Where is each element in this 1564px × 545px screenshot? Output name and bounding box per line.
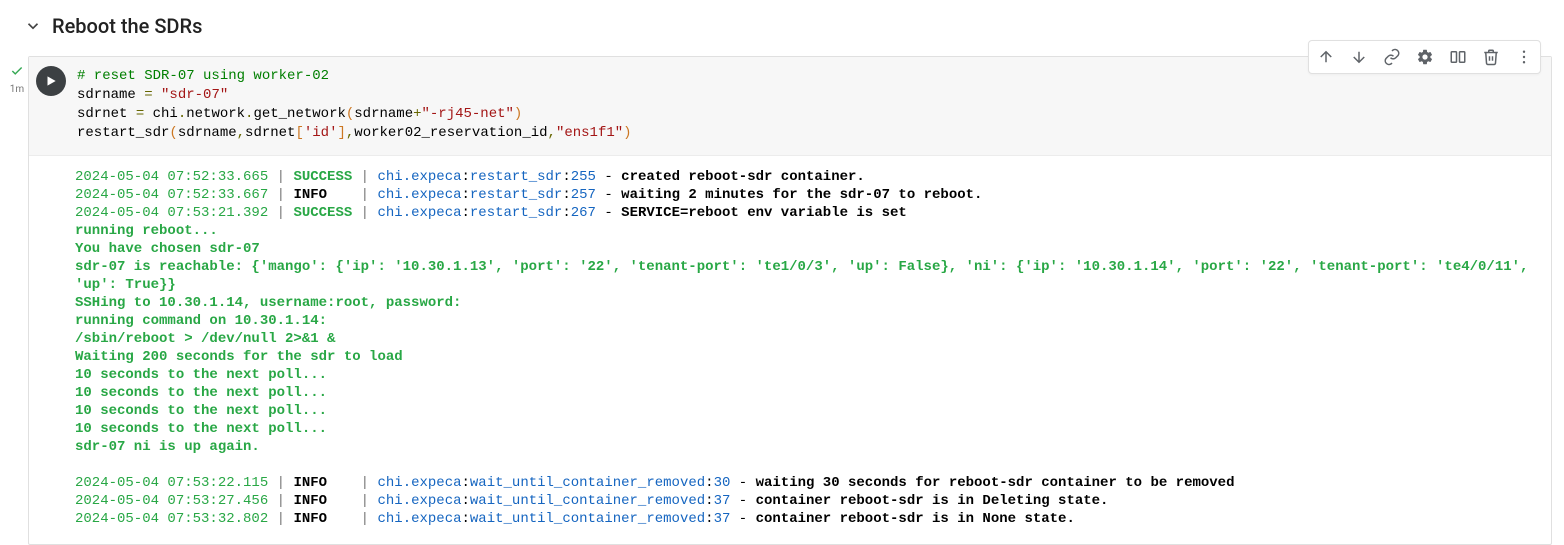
link-button[interactable]	[1375, 41, 1408, 73]
delete-button[interactable]	[1474, 41, 1507, 73]
move-up-button[interactable]	[1309, 41, 1342, 73]
stdout-line: sdr-07 ni is up again.	[75, 438, 1539, 456]
section-title: Reboot the SDRs	[52, 14, 202, 38]
stdout-line: 10 seconds to the next poll...	[75, 366, 1539, 384]
play-icon	[44, 74, 58, 88]
more-vertical-icon	[1515, 48, 1533, 66]
arrow-down-icon	[1350, 48, 1368, 66]
check-icon	[10, 64, 24, 78]
stdout-line: running command on 10.30.1.14:	[75, 312, 1539, 330]
stdout-line: 10 seconds to the next poll...	[75, 384, 1539, 402]
mirror-button[interactable]	[1441, 41, 1474, 73]
trash-icon	[1482, 48, 1500, 66]
code-cell: 1m	[6, 56, 1552, 545]
gear-icon	[1416, 48, 1434, 66]
more-button[interactable]	[1507, 41, 1540, 73]
execution-time: 1m	[6, 84, 28, 95]
mirror-icon	[1449, 48, 1467, 66]
move-down-button[interactable]	[1342, 41, 1375, 73]
cell-gutter: 1m	[6, 63, 28, 95]
chevron-down-icon	[24, 17, 42, 35]
link-icon	[1383, 48, 1401, 66]
stdout-line: sdr-07 is reachable: {'mango': {'ip': '1…	[75, 258, 1539, 294]
log-line: 2024-05-04 07:52:33.667 | INFO | chi.exp…	[75, 186, 1539, 204]
stdout-line: running reboot...	[75, 222, 1539, 240]
settings-button[interactable]	[1408, 41, 1441, 73]
stdout-line: 10 seconds to the next poll...	[75, 402, 1539, 420]
log-line: 2024-05-04 07:52:33.665 | SUCCESS | chi.…	[75, 168, 1539, 186]
log-line: 2024-05-04 07:53:21.392 | SUCCESS | chi.…	[75, 204, 1539, 222]
stdout-line: Waiting 200 seconds for the sdr to load	[75, 348, 1539, 366]
cell-output: 2024-05-04 07:52:33.665 | SUCCESS | chi.…	[29, 156, 1551, 544]
run-button[interactable]	[33, 63, 69, 99]
log-line: 2024-05-04 07:53:32.802 | INFO | chi.exp…	[75, 510, 1539, 528]
log-line: 2024-05-04 07:53:27.456 | INFO | chi.exp…	[75, 492, 1539, 510]
cell-toolbar	[1308, 40, 1541, 74]
stdout-line: SSHing to 10.30.1.14, username:root, pas…	[75, 294, 1539, 312]
stdout-line: 10 seconds to the next poll...	[75, 420, 1539, 438]
stdout-line: You have chosen sdr-07	[75, 240, 1539, 258]
arrow-up-icon	[1317, 48, 1335, 66]
stdout-line: /sbin/reboot > /dev/null 2>&1 &	[75, 330, 1539, 348]
log-line: 2024-05-04 07:53:22.115 | INFO | chi.exp…	[75, 474, 1539, 492]
